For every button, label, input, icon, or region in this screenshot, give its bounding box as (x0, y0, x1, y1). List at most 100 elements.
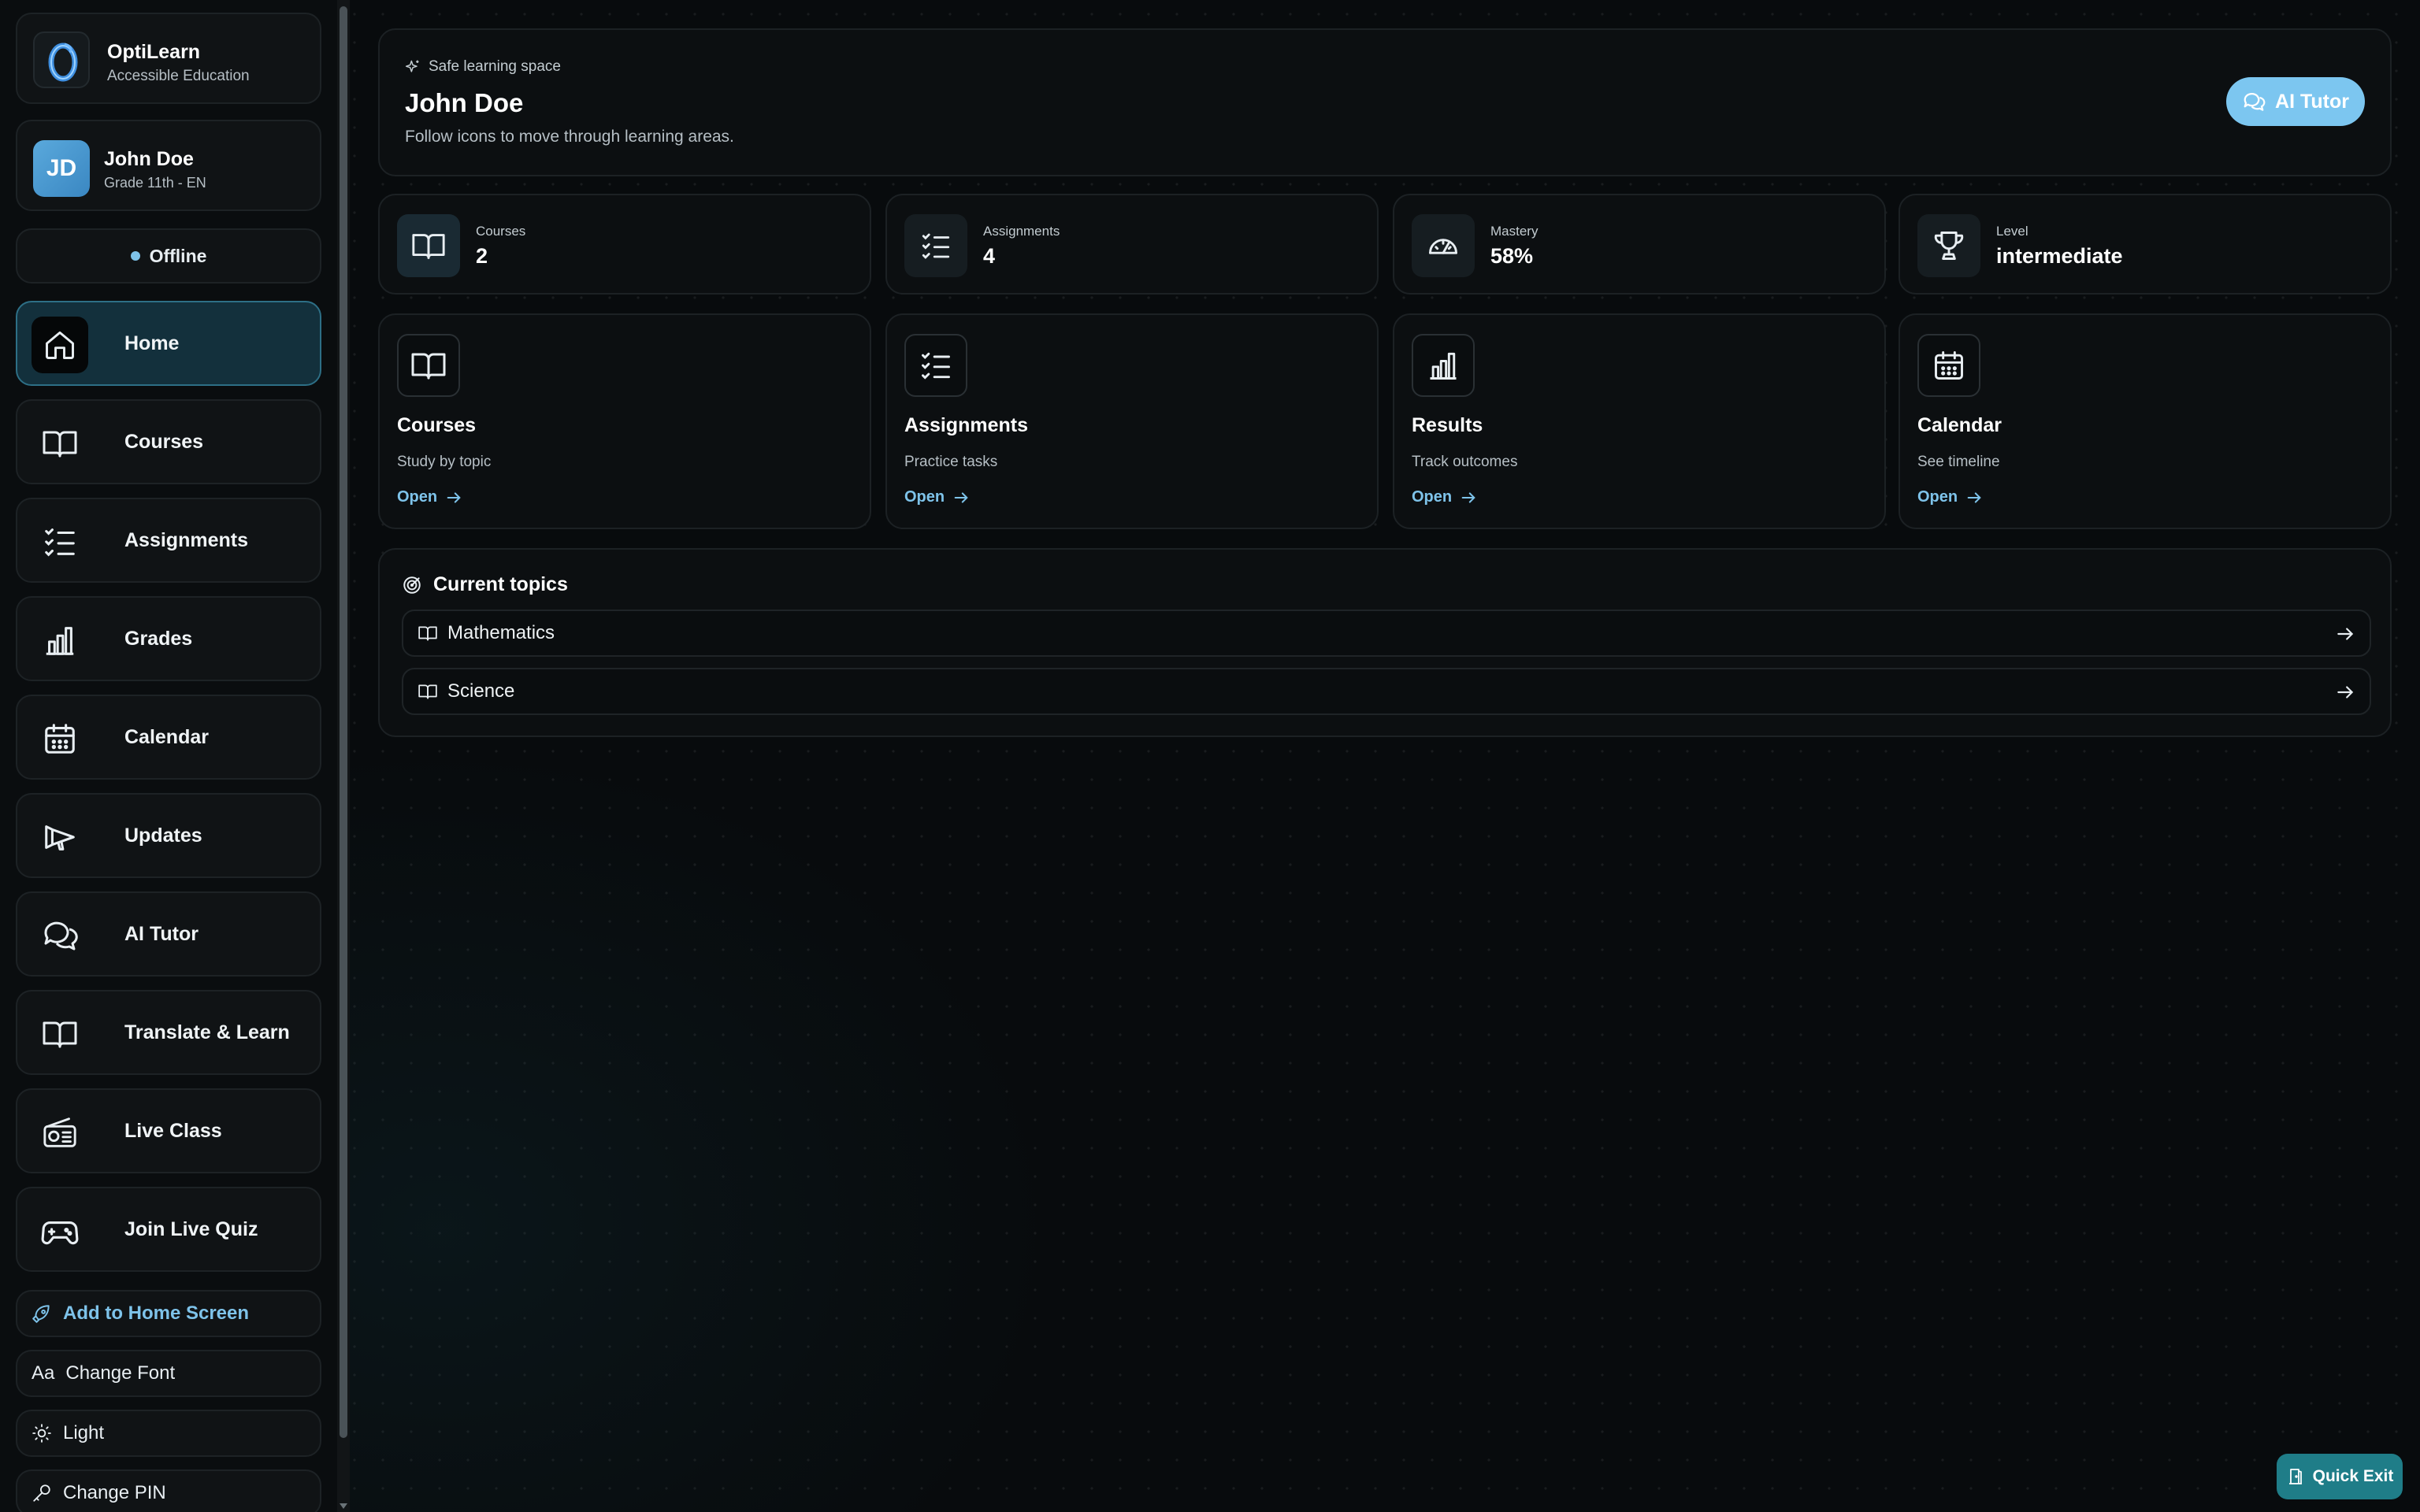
sidebar-item-label: Join Live Quiz (124, 1218, 258, 1240)
change-pin-label: Change PIN (63, 1482, 166, 1503)
stat-value: 2 (476, 244, 488, 268)
target-icon (402, 575, 422, 595)
theme-toggle-button[interactable]: Light (16, 1410, 321, 1457)
arrow-right-icon (445, 489, 462, 506)
sidebar-item-ai-tutor[interactable]: AI Tutor (16, 891, 321, 976)
tag-label: Safe learning space (429, 58, 561, 75)
stat-label: Mastery (1490, 224, 1538, 239)
sidebar-item-translate-learn[interactable]: Translate & Learn (16, 990, 321, 1075)
sidebar-item-label: Courses (124, 431, 204, 453)
open-link[interactable]: Open (904, 488, 970, 506)
sidebar-item-calendar[interactable]: Calendar (16, 695, 321, 780)
open-link-label: Open (1412, 488, 1453, 506)
tile-subtitle: Track outcomes (1412, 454, 1518, 470)
user-card[interactable]: JD John Doe Grade 11th - EN (16, 120, 321, 211)
chat-icon (2242, 90, 2266, 113)
scroll-down-arrow-icon[interactable] (340, 1503, 347, 1509)
book-icon (418, 623, 438, 643)
tile-assignments[interactable]: Assignments Practice tasks Open (885, 313, 1379, 529)
ai-tutor-button-label: AI Tutor (2275, 90, 2349, 113)
radio-icon (32, 1104, 88, 1161)
open-link-label: Open (1917, 488, 1958, 506)
megaphone-icon (32, 809, 88, 865)
theme-label: Light (63, 1422, 105, 1443)
sidebar-item-updates[interactable]: Updates (16, 793, 321, 878)
topics-heading-label: Current topics (433, 573, 568, 595)
topic-label: Mathematics (447, 622, 555, 643)
checklist-icon (904, 214, 967, 277)
ai-tutor-button[interactable]: AI Tutor (2226, 77, 2365, 126)
open-link-label: Open (397, 488, 438, 506)
open-link[interactable]: Open (1412, 488, 1477, 506)
tile-title: Results (1412, 414, 1483, 436)
sidebar-item-assignments[interactable]: Assignments (16, 498, 321, 583)
open-link[interactable]: Open (1917, 488, 1983, 506)
stat-card-mastery: Mastery 58% (1393, 194, 1886, 295)
topic-row-science[interactable]: Science (402, 668, 2371, 715)
chat-icon (32, 907, 88, 964)
page-subtitle: Follow icons to move through learning ar… (405, 128, 734, 146)
book-icon (418, 681, 438, 702)
stat-card-level: Level intermediate (1899, 194, 2392, 295)
status-dot (130, 251, 140, 261)
sidebar-item-label: Live Class (124, 1120, 222, 1142)
sidebar-item-label: AI Tutor (124, 923, 199, 945)
trophy-icon (1917, 214, 1980, 277)
welcome-banner: Safe learning space John Doe Follow icon… (378, 28, 2392, 176)
sidebar-scrollbar[interactable] (337, 0, 350, 1512)
stat-value: intermediate (1996, 244, 2123, 268)
user-name: John Doe (104, 148, 194, 170)
book-icon (397, 214, 460, 277)
change-pin-button[interactable]: Change PIN (16, 1469, 321, 1512)
sidebar-item-grades[interactable]: Grades (16, 596, 321, 681)
scrollbar-thumb[interactable] (340, 6, 347, 1438)
book-icon (32, 415, 88, 472)
gauge-icon (1412, 214, 1475, 277)
sidebar-item-live-class[interactable]: Live Class (16, 1088, 321, 1173)
sun-icon (32, 1423, 52, 1443)
quick-exit-button[interactable]: Quick Exit (2277, 1454, 2403, 1499)
tile-subtitle: Study by topic (397, 454, 492, 470)
arrow-right-icon (2335, 682, 2355, 702)
tile-calendar[interactable]: Calendar See timeline Open (1899, 313, 2392, 529)
sidebar: OptiLearn Accessible Education JD John D… (0, 0, 339, 1512)
sidebar-item-courses[interactable]: Courses (16, 399, 321, 484)
checklist-icon (904, 334, 967, 397)
home-icon (32, 317, 88, 373)
calendar-icon (1917, 334, 1980, 397)
status-label: Offline (149, 245, 207, 266)
font-icon: Aa (32, 1362, 55, 1384)
connection-status: Offline (16, 228, 321, 284)
change-font-button[interactable]: Aa Change Font (16, 1350, 321, 1397)
sidebar-item-home[interactable]: Home (16, 301, 321, 386)
sidebar-item-label: Updates (124, 825, 202, 847)
bar-chart-icon (32, 612, 88, 669)
stat-label: Assignments (983, 224, 1060, 239)
open-link[interactable]: Open (397, 488, 462, 506)
key-icon (32, 1483, 52, 1503)
change-font-label: Change Font (65, 1362, 176, 1384)
stat-card-courses: Courses 2 (378, 194, 871, 295)
topic-label: Science (447, 680, 515, 702)
current-topics-heading: Current topics (402, 573, 568, 596)
door-icon (2286, 1467, 2305, 1486)
quick-exit-label: Quick Exit (2312, 1467, 2394, 1485)
sidebar-item-label: Calendar (124, 726, 209, 748)
sidebar-item-label: Grades (124, 628, 193, 650)
sidebar-item-join-live-quiz[interactable]: Join Live Quiz (16, 1187, 321, 1272)
add-to-home-screen-button[interactable]: Add to Home Screen (16, 1290, 321, 1337)
book-icon (397, 334, 460, 397)
tile-courses[interactable]: Courses Study by topic Open (378, 313, 871, 529)
topic-row-mathematics[interactable]: Mathematics (402, 610, 2371, 657)
current-topics-panel: Current topics Mathematics Science (378, 548, 2392, 737)
tile-results[interactable]: Results Track outcomes Open (1393, 313, 1886, 529)
sidebar-item-label: Assignments (124, 529, 248, 551)
add-to-home-screen-label: Add to Home Screen (63, 1303, 250, 1324)
book-icon (32, 1006, 88, 1062)
stat-label: Level (1996, 224, 2028, 239)
tile-subtitle: See timeline (1917, 454, 2000, 470)
brand-card[interactable]: OptiLearn Accessible Education (16, 13, 321, 104)
sidebar-item-label: Home (124, 332, 180, 354)
safe-space-tag: Safe learning space (405, 58, 561, 76)
sidebar-item-label: Translate & Learn (124, 1021, 290, 1043)
